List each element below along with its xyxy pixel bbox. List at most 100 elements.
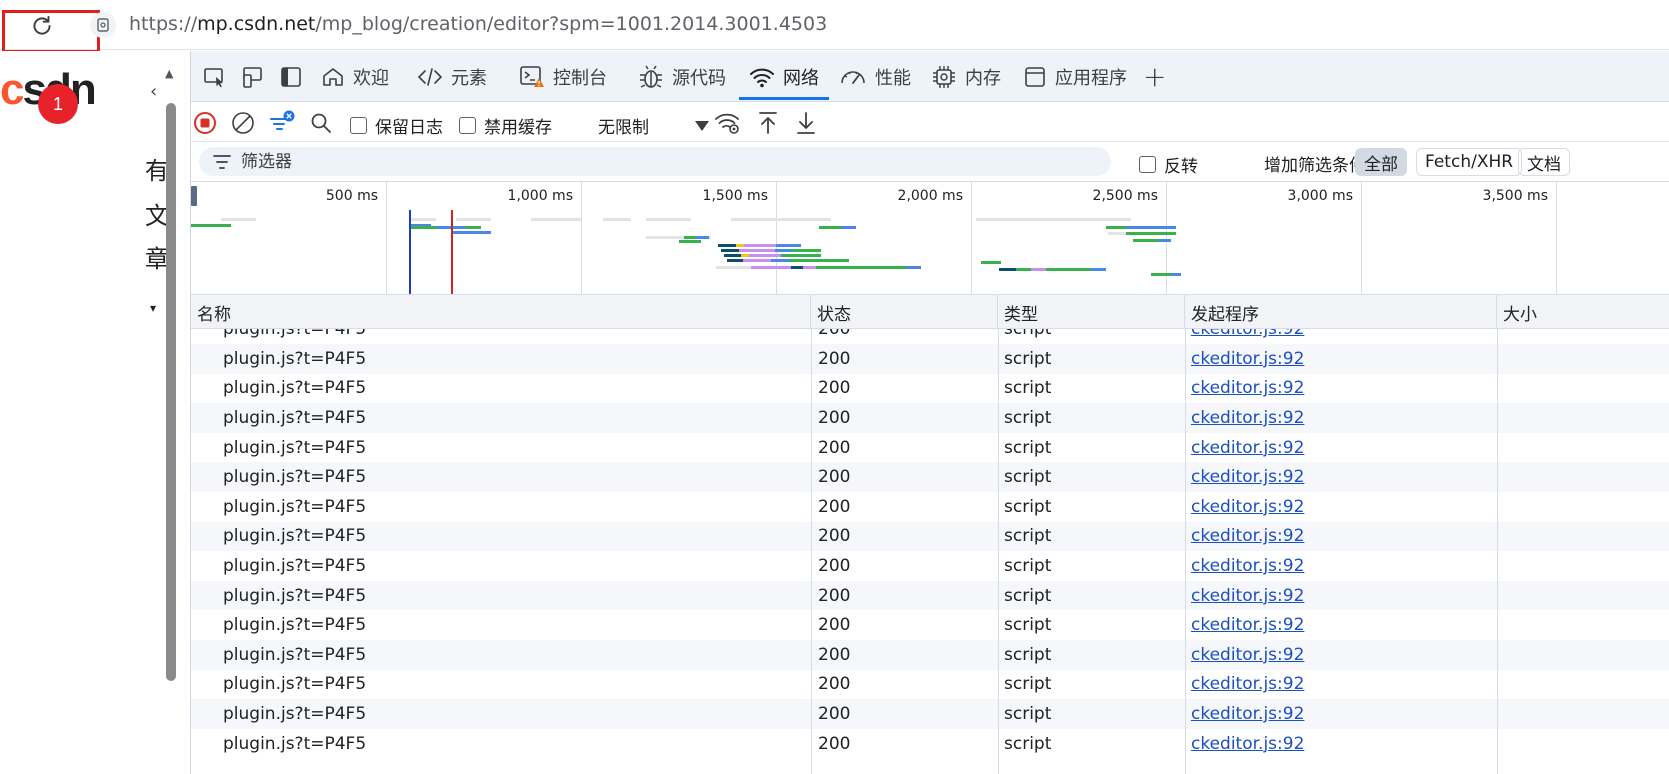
disable-cache-box[interactable] bbox=[459, 117, 476, 134]
tab-elements-label: 元素 bbox=[451, 67, 487, 89]
table-row[interactable]: plugin.js?t=P4F5 200 script ckeditor.js:92 bbox=[191, 462, 1669, 492]
overview-request-bar bbox=[716, 266, 751, 269]
network-toolbar: 保留日志 禁用缓存 无限制 bbox=[191, 102, 1669, 142]
more-filters-label: 增加筛选条件 bbox=[1264, 156, 1366, 176]
request-initiator-link[interactable]: ckeditor.js:92 bbox=[1191, 329, 1304, 344]
preserve-log-box[interactable] bbox=[350, 117, 367, 134]
tab-sources[interactable]: 源代码 bbox=[638, 51, 726, 102]
record-button[interactable] bbox=[191, 109, 219, 137]
chevron-left-icon[interactable]: ‹ bbox=[150, 81, 157, 102]
overview-request-bar bbox=[976, 218, 1131, 221]
filter-toggle-button[interactable] bbox=[268, 109, 296, 137]
overview-request-bar bbox=[1016, 268, 1031, 271]
type-filter-all[interactable]: 全部 bbox=[1355, 148, 1407, 176]
table-row[interactable]: plugin.js?t=P4F5 200 script ckeditor.js:92 bbox=[191, 551, 1669, 581]
tab-application-label: 应用程序 bbox=[1055, 67, 1127, 89]
caret-down-icon[interactable]: ▾ bbox=[150, 301, 156, 315]
device-toolbar-button[interactable] bbox=[239, 63, 267, 91]
column-size[interactable]: 大小 bbox=[1497, 295, 1669, 329]
network-overview-timeline[interactable]: 500 ms 1,000 ms 1,500 ms 2,000 ms 2,500 ms 3,… bbox=[191, 182, 1669, 295]
request-initiator-link[interactable]: ckeditor.js:92 bbox=[1191, 640, 1304, 670]
request-table-header: 名称 状态 类型 发起程序 大小 bbox=[191, 295, 1669, 329]
table-row[interactable]: plugin.js?t=P4F5 200 script ckeditor.js:92 bbox=[191, 610, 1669, 640]
overview-gridline bbox=[386, 182, 387, 294]
tab-performance[interactable]: 性能 bbox=[839, 51, 911, 102]
request-initiator-link[interactable]: ckeditor.js:92 bbox=[1191, 374, 1304, 404]
request-initiator-link[interactable]: ckeditor.js:92 bbox=[1191, 433, 1304, 463]
table-row[interactable]: plugin.js?t=P4F5 200 script ckeditor.js:92 bbox=[191, 492, 1669, 522]
table-row[interactable]: plugin.js?t=P4F5 200 script ckeditor.js:92 bbox=[191, 699, 1669, 729]
overview-left-handle[interactable] bbox=[191, 186, 197, 206]
overview-request-bar bbox=[451, 231, 491, 234]
clear-button[interactable] bbox=[229, 109, 257, 137]
tab-console[interactable]: 控制台 bbox=[519, 51, 607, 102]
column-name[interactable]: 名称 bbox=[191, 295, 811, 329]
table-row[interactable]: plugin.js?t=P4F5 200 script ckeditor.js:92 bbox=[191, 580, 1669, 611]
dock-side-button[interactable] bbox=[277, 63, 305, 91]
table-row[interactable]: plugin.js?t=P4F5 200 script ckeditor.js:92 bbox=[191, 521, 1669, 552]
overview-request-bar bbox=[1108, 232, 1126, 235]
request-initiator-link[interactable]: ckeditor.js:92 bbox=[1191, 344, 1304, 374]
inspect-element-button[interactable] bbox=[201, 63, 229, 91]
page-scrollbar[interactable]: ▲ bbox=[165, 67, 177, 687]
column-type[interactable]: 类型 bbox=[998, 295, 1185, 329]
request-initiator-link[interactable]: ckeditor.js:92 bbox=[1191, 462, 1304, 492]
tab-network[interactable]: 网络 bbox=[739, 51, 829, 102]
url-field[interactable]: https://mp.csdn.net/mp_blog/creation/edi… bbox=[129, 13, 827, 35]
request-initiator-link[interactable]: ckeditor.js:92 bbox=[1191, 699, 1304, 729]
export-har-button[interactable] bbox=[792, 109, 820, 137]
request-status: 200 bbox=[818, 348, 851, 369]
table-row[interactable]: plugin.js?t=P4F5 200 script ckeditor.js:92 bbox=[191, 433, 1669, 463]
overview-request-bar bbox=[679, 240, 701, 243]
network-conditions-button[interactable] bbox=[714, 109, 742, 137]
import-har-button[interactable] bbox=[754, 109, 782, 137]
request-status: 200 bbox=[818, 703, 851, 724]
search-button[interactable] bbox=[307, 109, 335, 137]
caret-down-icon[interactable] bbox=[694, 117, 710, 136]
request-initiator-link[interactable]: ckeditor.js:92 bbox=[1191, 551, 1304, 581]
request-name: plugin.js?t=P4F5 bbox=[223, 496, 367, 517]
request-initiator-link[interactable]: ckeditor.js:92 bbox=[1191, 522, 1304, 552]
request-name: plugin.js?t=P4F5 bbox=[223, 733, 367, 754]
request-initiator-link[interactable]: ckeditor.js:92 bbox=[1191, 492, 1304, 522]
scroll-up-icon[interactable]: ▲ bbox=[165, 67, 173, 80]
type-filter-doc[interactable]: 文档 bbox=[1518, 148, 1570, 176]
overview-request-bar bbox=[603, 218, 631, 221]
request-initiator-link[interactable]: ckeditor.js:92 bbox=[1191, 610, 1304, 640]
throttling-select[interactable]: 无限制 bbox=[598, 113, 649, 138]
filter-field[interactable] bbox=[199, 147, 1111, 176]
tab-elements[interactable]: 元素 bbox=[417, 51, 487, 102]
table-row[interactable]: plugin.js?t=P4F5 200 script ckeditor.js:92 bbox=[191, 344, 1669, 374]
record-stop-icon bbox=[194, 112, 216, 134]
clear-icon bbox=[232, 112, 254, 134]
table-row[interactable]: plugin.js?t=P4F5 200 script ckeditor.js:92 bbox=[191, 670, 1669, 700]
tab-memory[interactable]: 内存 bbox=[931, 51, 1001, 102]
site-info-button[interactable] bbox=[90, 12, 116, 38]
annotation-badge: 1 bbox=[38, 84, 78, 124]
table-row[interactable]: plugin.js?t=P4F5 200 script ckeditor.js:92 bbox=[191, 374, 1669, 404]
table-row[interactable]: plugin.js?t=P4F5 200 script ckeditor.js:92 bbox=[191, 329, 1669, 344]
add-tab-button[interactable]: + bbox=[1143, 51, 1166, 102]
tab-welcome[interactable]: 欢迎 bbox=[321, 51, 389, 102]
invert-box[interactable] bbox=[1139, 156, 1156, 173]
preserve-log-checkbox[interactable]: 保留日志 bbox=[350, 113, 443, 138]
request-type: script bbox=[1004, 496, 1052, 517]
scrollbar-thumb[interactable] bbox=[166, 103, 176, 681]
disable-cache-checkbox[interactable]: 禁用缓存 bbox=[459, 113, 552, 138]
download-icon bbox=[797, 112, 815, 134]
filter-input[interactable] bbox=[241, 151, 1041, 172]
type-filter-fetch-xhr[interactable]: Fetch/XHR bbox=[1416, 148, 1523, 176]
tab-performance-label: 性能 bbox=[875, 67, 911, 89]
request-initiator-link[interactable]: ckeditor.js:92 bbox=[1191, 729, 1304, 759]
request-initiator-link[interactable]: ckeditor.js:92 bbox=[1191, 670, 1304, 700]
request-initiator-link[interactable]: ckeditor.js:92 bbox=[1191, 581, 1304, 611]
column-status[interactable]: 状态 bbox=[811, 295, 998, 329]
invert-checkbox[interactable]: 反转 bbox=[1139, 152, 1198, 177]
table-row[interactable]: plugin.js?t=P4F5 200 script ckeditor.js:92 bbox=[191, 729, 1669, 759]
table-row[interactable]: plugin.js?t=P4F5 200 script ckeditor.js:92 bbox=[191, 403, 1669, 433]
column-initiator[interactable]: 发起程序 bbox=[1185, 295, 1497, 329]
request-initiator-link[interactable]: ckeditor.js:92 bbox=[1191, 403, 1304, 433]
table-row[interactable]: plugin.js?t=P4F5 200 script ckeditor.js:92 bbox=[191, 640, 1669, 670]
request-status: 200 bbox=[818, 555, 851, 576]
tab-application[interactable]: 应用程序 bbox=[1023, 51, 1127, 102]
